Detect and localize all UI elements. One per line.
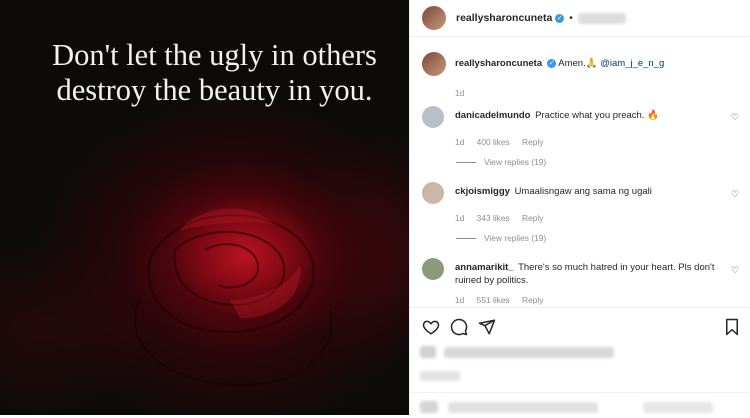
post-image[interactable]: Don't let the ugly in others destroy the…: [0, 0, 409, 415]
bookmark-icon[interactable]: [724, 318, 740, 336]
comment-text: annamarikit_ There's so much hatred in y…: [455, 262, 740, 287]
comment-meta: 1d 400 likes Reply: [455, 137, 740, 147]
comment-body: Umaalisngaw ang sama ng ugali: [514, 186, 652, 197]
reply-button[interactable]: Reply: [522, 137, 543, 147]
comment-like-heart-icon[interactable]: ♡: [730, 189, 740, 199]
header-separator: •: [569, 12, 573, 24]
view-replies-button[interactable]: View replies (19): [456, 157, 546, 167]
comment-username[interactable]: ckjoismiggy: [455, 186, 510, 197]
comment-box-divider: [410, 392, 750, 393]
caption-body: Amen.: [558, 58, 586, 69]
comment-item: danicadelmundo Practice what you preach.…: [422, 106, 740, 147]
post-side-panel: reallysharoncuneta ✓ • reallysharoncunet…: [409, 0, 750, 415]
comment-meta: 1d 343 likes Reply: [455, 213, 740, 223]
comment-time: 1d: [455, 213, 465, 223]
comment-meta: 1d 551 likes Reply: [455, 295, 740, 305]
comment-icon[interactable]: [450, 318, 468, 336]
commenter-avatar[interactable]: [422, 258, 444, 280]
pray-emoji-icon: 🙏: [585, 58, 598, 69]
comment-item: annamarikit_ There's so much hatred in y…: [422, 258, 740, 305]
add-comment-redacted[interactable]: [420, 400, 713, 418]
caption-time: 1d: [455, 88, 465, 98]
share-icon[interactable]: [478, 318, 496, 336]
caption-avatar[interactable]: [422, 52, 446, 76]
author-avatar[interactable]: [422, 6, 446, 30]
comment-like-heart-icon[interactable]: ♡: [730, 265, 740, 275]
author-username[interactable]: reallysharoncuneta: [456, 12, 552, 24]
comment-time: 1d: [455, 295, 465, 305]
caption-username[interactable]: reallysharoncuneta: [455, 58, 542, 69]
reply-button[interactable]: Reply: [522, 295, 543, 305]
comment-time: 1d: [455, 137, 465, 147]
comment-likes[interactable]: 551 likes: [477, 295, 510, 305]
fire-emoji-icon: 🔥: [647, 110, 659, 121]
reply-button[interactable]: Reply: [522, 213, 543, 223]
verified-badge-icon: ✓: [555, 13, 565, 23]
heart-icon[interactable]: [422, 318, 440, 336]
view-replies-label[interactable]: View replies (19): [484, 233, 546, 243]
commenter-avatar[interactable]: [422, 106, 444, 128]
action-bar: [422, 318, 740, 336]
comment-text: danicadelmundo Practice what you preach.…: [455, 110, 740, 123]
liked-by-redacted: [420, 345, 615, 363]
view-replies-line: [456, 161, 476, 163]
post-header: reallysharoncuneta ✓ •: [410, 0, 750, 37]
quote-text: Don't let the ugly in others destroy the…: [52, 38, 377, 107]
caption-mention[interactable]: @iam_j_e_n_g: [600, 58, 664, 69]
view-replies-button[interactable]: View replies (19): [456, 233, 546, 243]
action-divider: [410, 307, 750, 308]
comment-body: Practice what you preach.: [535, 110, 645, 121]
view-replies-line: [456, 237, 476, 239]
caption-text: reallysharoncuneta ✓ Amen.🙏 @iam_j_e_n_g: [455, 58, 740, 71]
comment-item: ckjoismiggy Umaalisngaw ang sama ng ugal…: [422, 182, 740, 223]
verified-badge-icon: ✓: [547, 58, 557, 68]
view-replies-label[interactable]: View replies (19): [484, 157, 546, 167]
caption-meta: 1d: [455, 88, 740, 98]
post-date-redacted: [420, 368, 460, 386]
caption-row: reallysharoncuneta ✓ Amen.🙏 @iam_j_e_n_g …: [422, 52, 740, 98]
comment-like-heart-icon[interactable]: ♡: [730, 112, 740, 122]
commenter-avatar[interactable]: [422, 182, 444, 204]
follow-button-redacted[interactable]: [577, 12, 626, 24]
comment-text: ckjoismiggy Umaalisngaw ang sama ng ugal…: [455, 186, 740, 199]
comment-username[interactable]: danicadelmundo: [455, 110, 530, 121]
comment-username[interactable]: annamarikit_: [455, 262, 514, 273]
comment-likes[interactable]: 343 likes: [477, 213, 510, 223]
comment-likes[interactable]: 400 likes: [477, 137, 510, 147]
